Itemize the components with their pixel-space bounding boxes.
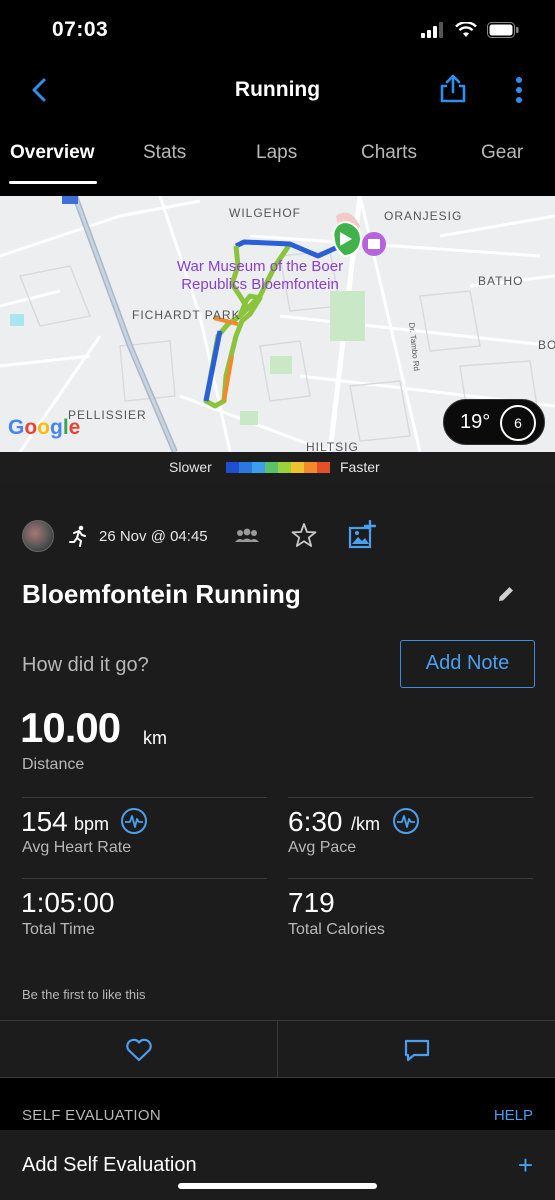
activity-meta-row: 26 Nov @ 04:45 [22, 518, 542, 554]
scale-segment [252, 462, 265, 473]
heart-icon [126, 1038, 152, 1062]
total-time-value: 1:05:00 [21, 887, 115, 918]
scale-segment [226, 462, 239, 473]
self-evaluation-title: SELF EVALUATION [22, 1107, 161, 1124]
heart-rate-label: Avg Heart Rate [22, 839, 132, 856]
map-label-bo: BO [538, 338, 555, 352]
distance-label: Distance [22, 756, 85, 773]
active-tab-indicator [9, 181, 97, 184]
route-map[interactable]: WILGEHOF ORANJESIG FICHARDT PARK BATHO P… [0, 196, 555, 452]
total-time-label: Total Time [22, 921, 95, 938]
poi-line-1: War Museum of the Boer [176, 258, 344, 275]
distance-unit: km [143, 728, 167, 748]
tab-overview[interactable]: Overview [10, 142, 95, 164]
legend-slower-label: Slower [169, 459, 212, 475]
distance-value: 10.00 [20, 704, 121, 751]
heart-rate-value: 154 [21, 806, 68, 837]
more-options-icon[interactable] [513, 76, 525, 104]
self-evaluation-header: SELF EVALUATION HELP [0, 1078, 555, 1130]
legend-faster-label: Faster [340, 459, 380, 475]
activity-title: Bloemfontein Running [22, 579, 301, 609]
comment-button[interactable] [278, 1021, 555, 1077]
activity-date: 26 Nov @ 04:45 [99, 528, 208, 545]
wind-dial-icon: 6 [500, 405, 536, 441]
google-letter-e: e [68, 416, 81, 439]
tab-charts[interactable]: Charts [361, 142, 417, 164]
edit-pencil-icon[interactable] [496, 584, 516, 604]
add-note-button[interactable]: Add Note [400, 640, 535, 688]
map-label-wilgehof: WILGEHOF [229, 206, 302, 220]
wifi-icon [455, 22, 477, 37]
pace-value: 6:30 [288, 806, 343, 837]
likes-text: Be the first to like this [22, 987, 146, 1002]
scale-segment [278, 462, 291, 473]
home-indicator [178, 1183, 377, 1189]
divider [288, 878, 533, 879]
google-logo: Google [8, 416, 80, 440]
poi-line-2: Republics Bloemfontein [181, 276, 339, 293]
star-icon[interactable] [291, 522, 317, 548]
google-letter-g: G [8, 416, 25, 439]
group-icon [235, 528, 259, 542]
pace-label: Avg Pace [288, 839, 357, 856]
tab-laps[interactable]: Laps [256, 142, 297, 164]
map-label-batho: BATHO [478, 274, 524, 288]
divider [22, 797, 267, 798]
tab-bar: Overview Stats Laps Charts Gear [0, 118, 555, 186]
google-letter-o1: o [24, 416, 38, 439]
tab-stats[interactable]: Stats [143, 142, 186, 164]
avatar[interactable] [22, 520, 54, 552]
status-time: 07:03 [52, 18, 109, 41]
scale-segment [317, 462, 330, 473]
pace-info-icon[interactable] [393, 808, 419, 834]
status-icons [421, 22, 519, 38]
activity-overview-card: 26 Nov @ 04:45 Bloemfontein Running How … [0, 484, 555, 1020]
pace-unit: /km [351, 814, 380, 834]
social-action-bar [0, 1020, 555, 1078]
google-letter-g2: g [50, 416, 63, 439]
calories-label: Total Calories [288, 921, 385, 938]
divider [22, 878, 267, 879]
tab-gear[interactable]: Gear [481, 142, 523, 164]
plus-icon: + [517, 1150, 533, 1180]
scale-segment [239, 462, 252, 473]
google-letter-o2: o [37, 416, 50, 439]
scale-segment [304, 462, 317, 473]
poi-war-museum[interactable]: War Museum of the Boer Republics Bloemfo… [160, 258, 360, 294]
add-self-evaluation-row[interactable]: Add Self Evaluation + [0, 1130, 555, 1200]
weather-badge[interactable]: 19° 6 [443, 399, 545, 445]
nav-bar: Running [0, 62, 555, 118]
weather-temperature: 19° [460, 411, 491, 433]
page-title: Running [234, 78, 321, 101]
calories-value: 719 [288, 887, 335, 918]
heart-rate-info-icon[interactable] [121, 808, 147, 834]
divider [288, 797, 533, 798]
feedback-prompt: How did it go? [22, 654, 149, 676]
pace-legend: Slower Faster [0, 452, 555, 484]
map-label-hiltsig: HILTSIG [306, 440, 359, 452]
pulse-icon [125, 815, 143, 828]
add-self-evaluation-label: Add Self Evaluation [22, 1154, 197, 1176]
scale-segment [291, 462, 304, 473]
scale-segment [265, 462, 278, 473]
pace-color-scale [226, 462, 330, 473]
wind-speed: 6 [514, 415, 522, 431]
help-link[interactable]: HELP [494, 1107, 533, 1124]
signal-icon [421, 22, 443, 38]
status-bar: 07:03 [0, 0, 555, 62]
map-label-fichardt-park: FICHARDT PARK [132, 308, 241, 322]
map-label-oranjesig: ORANJESIG [384, 209, 463, 223]
pulse-icon [397, 815, 415, 828]
battery-icon [487, 22, 519, 38]
add-photo-icon[interactable] [348, 520, 376, 550]
heart-rate-unit: bpm [74, 814, 110, 834]
like-button[interactable] [0, 1021, 277, 1077]
comment-icon [404, 1039, 430, 1062]
running-icon [69, 525, 86, 547]
share-icon[interactable] [439, 74, 467, 104]
